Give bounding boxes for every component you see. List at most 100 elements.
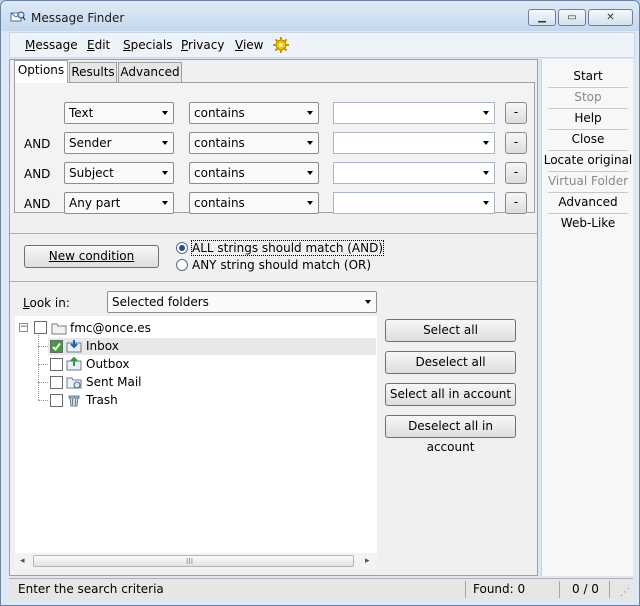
inbox-icon [66, 340, 82, 353]
search-panel: Options Results Advanced Text contains -… [9, 59, 538, 576]
field-select[interactable]: Any part [64, 192, 174, 214]
menu-edit-rest: dit [94, 38, 111, 52]
outbox-checkbox[interactable] [50, 358, 63, 371]
magnifier-mail-icon [10, 11, 26, 22]
chevron-down-icon [307, 171, 313, 175]
resize-grip-icon[interactable]: ⋰ [620, 587, 630, 598]
scroll-thumb[interactable]: III [33, 555, 354, 567]
menu-message[interactable]: Message [25, 38, 78, 52]
chevron-down-icon [483, 111, 489, 115]
field-select-value: Sender [69, 136, 112, 150]
web-like-action[interactable]: Web-Like [542, 216, 634, 230]
operator-select[interactable]: contains [189, 102, 319, 124]
search-value-input[interactable] [333, 102, 495, 124]
result-position: 0 / 0 [572, 582, 599, 596]
outbox-label[interactable]: Outbox [86, 357, 129, 371]
chevron-down-icon [483, 141, 489, 145]
radio-checked[interactable] [176, 242, 188, 254]
tab-options[interactable]: Options [14, 60, 68, 83]
field-select[interactable]: Sender [64, 132, 174, 154]
remove-condition-button[interactable]: - [505, 162, 527, 184]
divider [559, 581, 560, 598]
remove-condition-button[interactable]: - [505, 132, 527, 154]
actions-sidebar: Start Stop Help Close Locate original Vi… [541, 59, 633, 576]
condition-joiner: AND [24, 167, 51, 181]
horizontal-scrollbar[interactable]: ◂ III ▸ [15, 553, 377, 570]
search-value-input[interactable] [333, 132, 495, 154]
help-action[interactable]: Help [542, 111, 634, 125]
close-action[interactable]: Close [542, 132, 634, 146]
sent-mail-checkbox[interactable] [50, 376, 63, 389]
menu-privacy-rest: rivacy [188, 38, 225, 52]
look-in-select-value: Selected folders [112, 295, 209, 309]
divider [548, 129, 628, 130]
tab-advanced[interactable]: Advanced [118, 62, 182, 82]
minimize-button[interactable]: ▁ [528, 9, 556, 26]
stop-action: Stop [574, 90, 602, 104]
menu-specials[interactable]: Specials [123, 38, 173, 52]
chevron-down-icon [162, 141, 168, 145]
status-message: Enter the search criteria [18, 582, 164, 596]
remove-condition-button[interactable]: - [505, 102, 527, 124]
divider [548, 213, 628, 214]
menu-view-rest: iew [242, 38, 264, 52]
chevron-down-icon [162, 201, 168, 205]
divider [10, 233, 537, 234]
menu-edit[interactable]: Edit [87, 38, 110, 52]
menu-privacy[interactable]: Privacy [181, 38, 224, 52]
operator-select[interactable]: contains [189, 162, 319, 184]
advanced-action[interactable]: Advanced [542, 195, 634, 209]
maximize-button[interactable]: ▭ [558, 9, 586, 26]
select-all-in-account-button[interactable]: Select all in account [385, 383, 516, 406]
new-condition-button[interactable]: New condition [24, 245, 159, 268]
operator-select-value: contains [194, 196, 245, 210]
operator-select[interactable]: contains [189, 192, 319, 214]
gear-sun-icon[interactable] [272, 36, 290, 54]
operator-select-value: contains [194, 106, 245, 120]
divider [465, 581, 466, 598]
status-bar: Enter the search criteria Found: 0 0 / 0… [9, 578, 633, 600]
sent-mail-label[interactable]: Sent Mail [86, 375, 142, 389]
condition-joiner: AND [24, 137, 51, 151]
tab-results[interactable]: Results [69, 62, 117, 82]
title-bar[interactable]: Message Finder ▁ ▭ ✕ [1, 1, 639, 31]
locate-original-action[interactable]: Locate original [542, 153, 634, 167]
conditions-panel: Text contains - AND Sender contains - AN… [14, 82, 535, 214]
chevron-down-icon [365, 300, 371, 304]
search-value-input[interactable] [333, 192, 495, 214]
look-in-select[interactable]: Selected folders [107, 291, 377, 313]
virtual-folder-action: Virtual Folder [547, 174, 629, 188]
field-select-value: Any part [69, 196, 121, 210]
field-select[interactable]: Subject [64, 162, 174, 184]
close-window-button[interactable]: ✕ [588, 9, 633, 26]
grip-icon: III [186, 557, 194, 566]
search-value-input[interactable] [333, 162, 495, 184]
found-count: Found: 0 [473, 582, 526, 596]
trash-checkbox[interactable] [50, 394, 63, 407]
menu-view[interactable]: View [235, 38, 263, 52]
scroll-left-icon[interactable]: ◂ [20, 556, 25, 566]
trash-label[interactable]: Trash [86, 393, 118, 407]
select-all-button[interactable]: Select all [385, 319, 516, 342]
inbox-checkbox[interactable] [50, 340, 63, 353]
account-checkbox[interactable] [34, 321, 47, 334]
account-label: fmc@once.es [70, 321, 151, 335]
operator-select[interactable]: contains [189, 132, 319, 154]
deselect-all-in-account-button[interactable]: Deselect all in account [385, 415, 516, 454]
chevron-down-icon [307, 201, 313, 205]
operator-select-value: contains [194, 136, 245, 150]
scroll-right-icon[interactable]: ▸ [365, 556, 370, 566]
window-title: Message Finder [31, 11, 125, 25]
deselect-all-button[interactable]: Deselect all [385, 351, 516, 374]
start-action[interactable]: Start [542, 69, 634, 83]
inbox-label[interactable]: Inbox [86, 339, 119, 353]
outbox-icon [66, 357, 82, 371]
divider [548, 192, 628, 193]
radio-unchecked[interactable] [176, 259, 188, 271]
collapse-toggle[interactable]: − [19, 323, 28, 332]
chevron-down-icon [162, 171, 168, 175]
remove-condition-button[interactable]: - [505, 192, 527, 214]
field-select[interactable]: Text [64, 102, 174, 124]
tree-connector [38, 382, 48, 383]
condition-joiner: AND [24, 197, 51, 211]
